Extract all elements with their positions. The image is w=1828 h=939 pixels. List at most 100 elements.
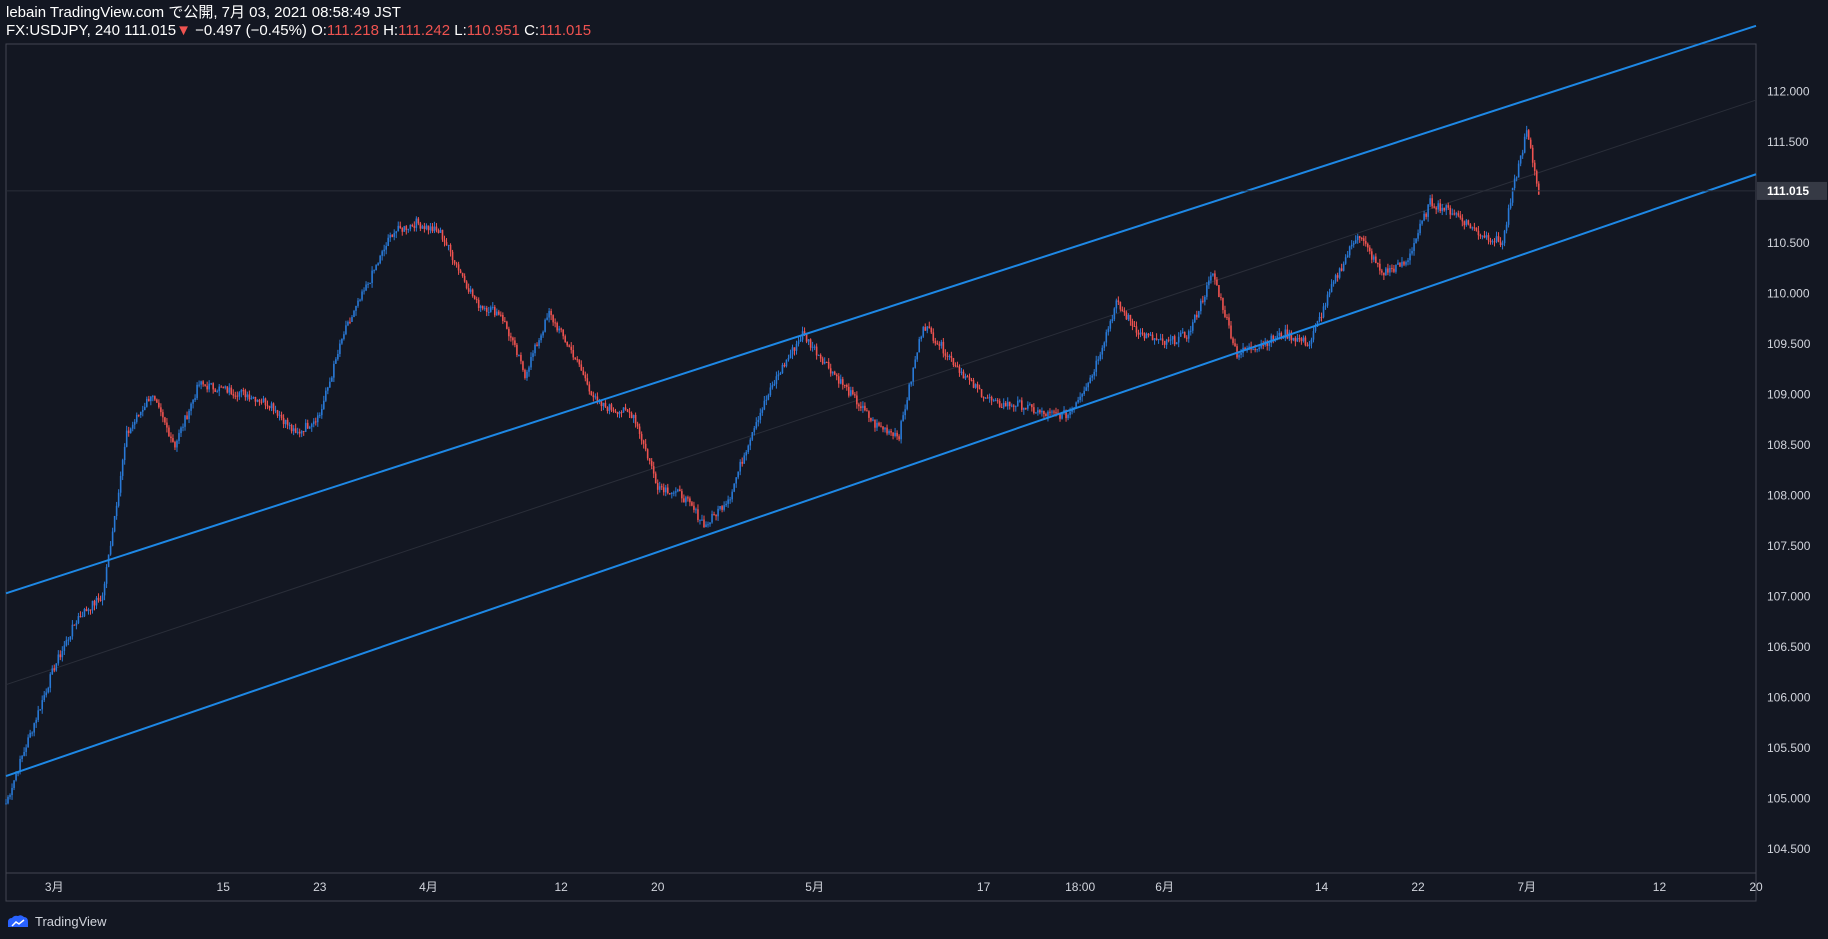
candle-body	[109, 545, 112, 555]
candle-body	[1298, 338, 1301, 340]
candle-body	[982, 397, 985, 399]
candle-body	[127, 430, 130, 433]
time-tick-label: 20	[651, 880, 665, 894]
candle-body	[1368, 247, 1371, 252]
price-axis[interactable]: 104.500 105.000 105.500 106.000 106.500 107.0…	[6, 84, 1827, 856]
candle-body	[160, 407, 162, 413]
candle-body	[568, 345, 571, 347]
candle-body	[668, 493, 671, 495]
candle-body	[143, 406, 146, 410]
price-tick-label: 105.500	[1767, 741, 1811, 755]
candle-body	[841, 379, 844, 385]
price-tick-label: 110.000	[1767, 286, 1810, 300]
price-tick-label: 111.500	[1767, 135, 1809, 149]
candle-body	[954, 365, 957, 367]
candle-body	[1515, 177, 1518, 179]
candle-body	[1435, 207, 1437, 210]
candle-body	[753, 428, 756, 433]
candle-body	[61, 650, 64, 658]
candle-body	[988, 397, 991, 399]
candle-body	[908, 384, 910, 401]
candle-body	[405, 226, 408, 230]
candle-body	[864, 405, 866, 411]
price-tick-label: 106.000	[1767, 690, 1811, 704]
candle-body	[254, 397, 257, 402]
candle-body	[1477, 230, 1480, 236]
candle-body	[1356, 236, 1359, 241]
candle-body	[1354, 240, 1357, 244]
candle-body	[797, 341, 800, 344]
candle-body	[123, 446, 126, 461]
candle-body	[55, 663, 58, 671]
candle-body	[1091, 375, 1094, 378]
candle-body	[407, 228, 410, 230]
candle-body	[640, 433, 643, 441]
candle-body	[21, 755, 23, 759]
candle-body	[1451, 213, 1454, 215]
time-axis[interactable]: 3月 15 23 4月 12 20 5月 17 18:00 6月 14 22 7月 12 20	[45, 880, 1763, 894]
candle-body	[604, 402, 607, 408]
price-tick-label: 112.000	[1767, 84, 1810, 98]
candle-body	[182, 426, 184, 428]
candle-body	[1016, 400, 1019, 407]
candle-body	[1459, 215, 1462, 218]
candle-body	[771, 385, 774, 388]
candle-body	[1012, 405, 1015, 407]
candle-body	[1469, 224, 1472, 229]
candle-body	[512, 337, 514, 341]
candle-body	[1085, 387, 1087, 391]
candle-body	[1045, 414, 1047, 417]
time-tick-label: 6月	[1155, 880, 1174, 894]
candle-body	[278, 414, 281, 416]
candle-body	[7, 796, 9, 804]
candle-body	[666, 487, 669, 494]
candle-body	[53, 668, 56, 671]
channel-line-lower[interactable]	[5, 173, 1757, 778]
candle-body	[699, 519, 701, 521]
candle-body	[166, 422, 168, 428]
candle-body	[1208, 280, 1210, 286]
candle-body	[962, 371, 965, 379]
candle-body	[198, 384, 200, 386]
candle-body	[652, 466, 655, 474]
candle-body	[397, 225, 400, 232]
candle-body	[1332, 281, 1335, 285]
candle-body	[1200, 300, 1202, 312]
chart-frame	[5, 43, 1757, 902]
candle-body	[172, 438, 174, 442]
footer-brand[interactable]: TradingView	[6, 910, 107, 932]
candle-body	[912, 367, 914, 382]
candle-body	[496, 311, 498, 316]
candle-body	[948, 355, 951, 357]
candle-body	[23, 751, 25, 756]
candle-body	[288, 425, 291, 427]
channel-line-upper[interactable]	[5, 24, 1757, 595]
candle-body	[284, 419, 287, 425]
candle-body	[1487, 235, 1490, 241]
candle-body	[717, 508, 719, 517]
candle-body	[924, 327, 927, 331]
candle-body	[411, 224, 414, 227]
candle-body	[765, 399, 768, 401]
price-tick-label: 106.500	[1767, 640, 1811, 654]
channel-lines-group[interactable]	[5, 24, 1757, 778]
candle-body	[958, 366, 961, 373]
candle-body	[1179, 332, 1182, 337]
candle-body	[441, 229, 444, 240]
candle-body	[1149, 334, 1152, 336]
candle-body	[805, 334, 808, 342]
candle-body	[1127, 314, 1130, 320]
price-chart[interactable]: 104.500 105.000 105.500 106.000 106.500 107.0…	[0, 0, 1828, 939]
candle-body	[894, 432, 896, 436]
candle-body	[1105, 332, 1108, 343]
candle-body	[759, 412, 762, 420]
candle-body	[238, 392, 241, 397]
candle-body	[150, 396, 152, 402]
candle-body	[825, 362, 828, 364]
candle-body	[1467, 220, 1470, 225]
candle-body	[260, 401, 263, 403]
time-tick-label: 4月	[419, 880, 438, 894]
candle-body	[1525, 130, 1528, 137]
candle-body	[612, 409, 615, 412]
candle-body	[1039, 410, 1041, 413]
